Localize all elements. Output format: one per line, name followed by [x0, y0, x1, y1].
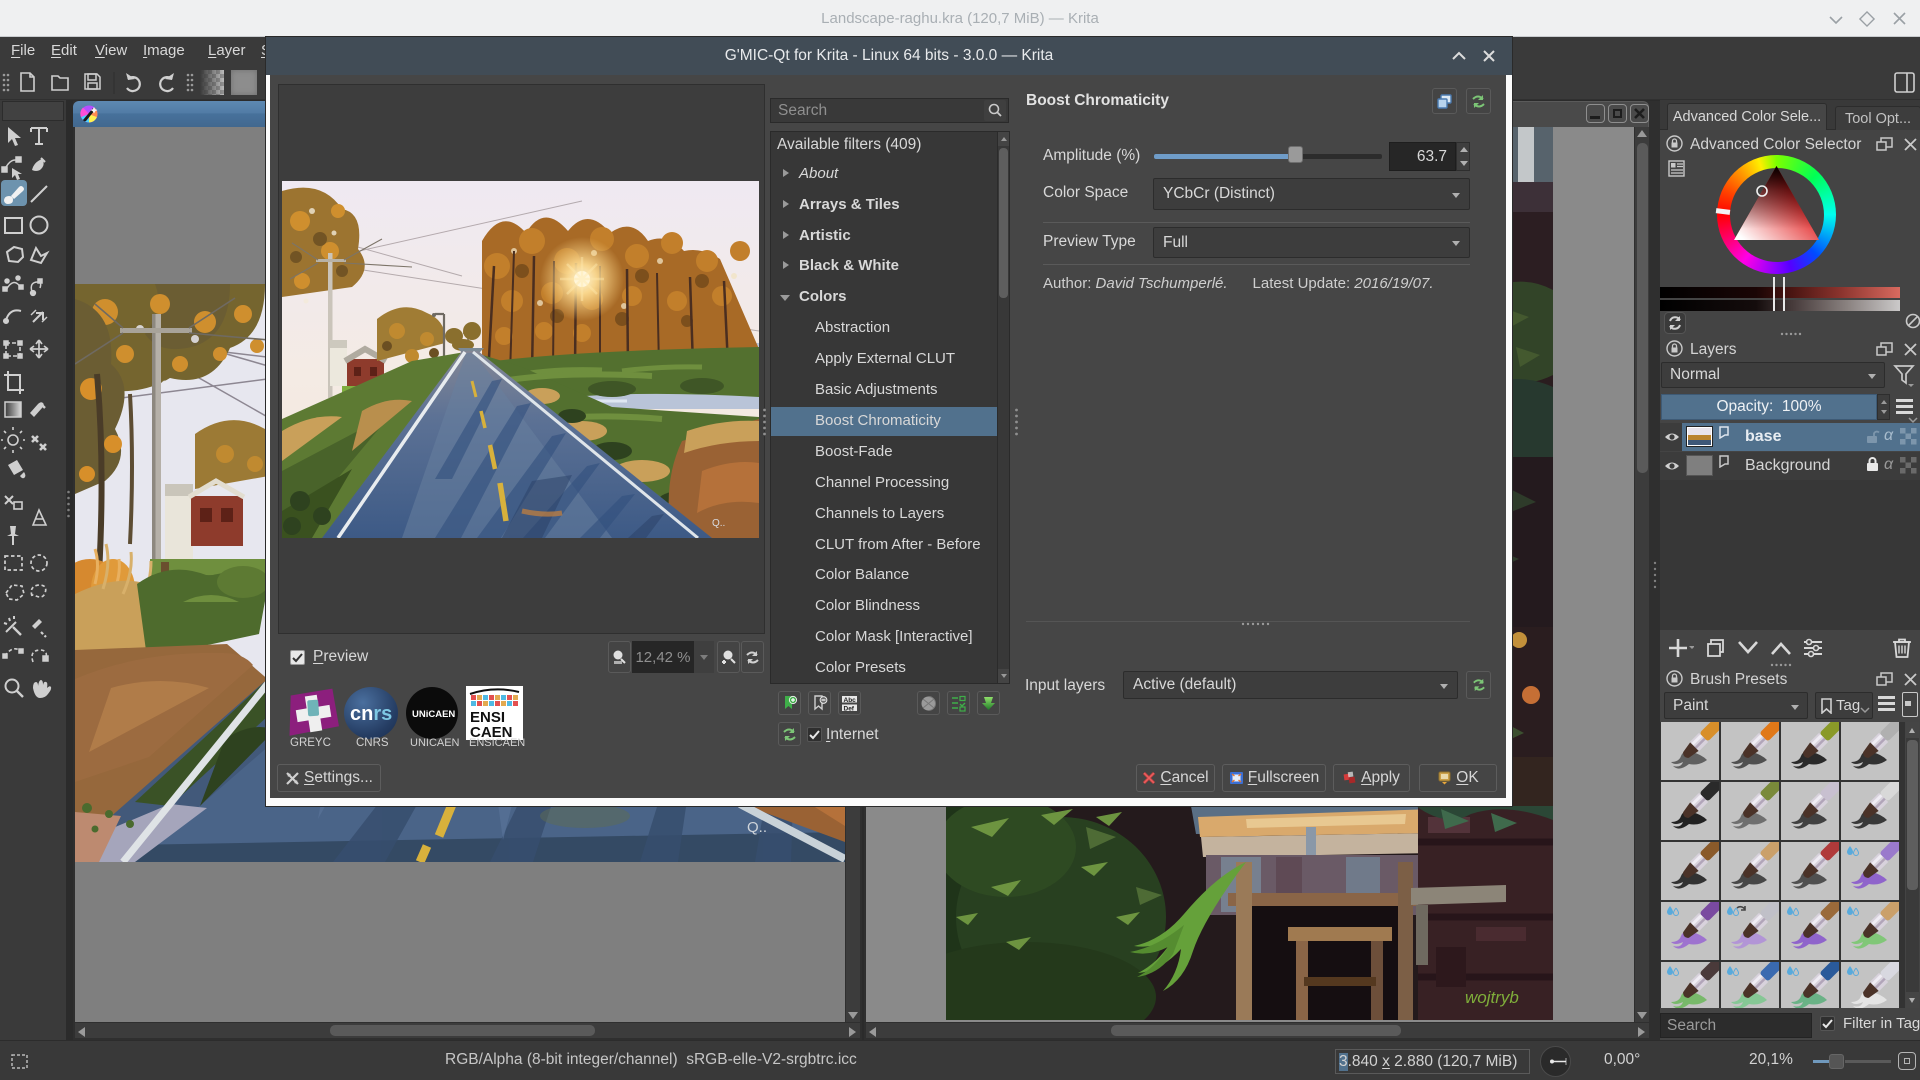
svg-text:Q..: Q..: [712, 518, 725, 529]
svg-text:cnrs: cnrs: [350, 703, 392, 725]
svg-text:Def: Def: [844, 705, 855, 712]
svg-text:Q..: Q..: [747, 819, 767, 836]
svg-text:UNiCAEN: UNiCAEN: [412, 709, 455, 720]
svg-text:wojtryb: wojtryb: [1465, 988, 1519, 1007]
svg-text:Abc: Abc: [844, 697, 857, 704]
